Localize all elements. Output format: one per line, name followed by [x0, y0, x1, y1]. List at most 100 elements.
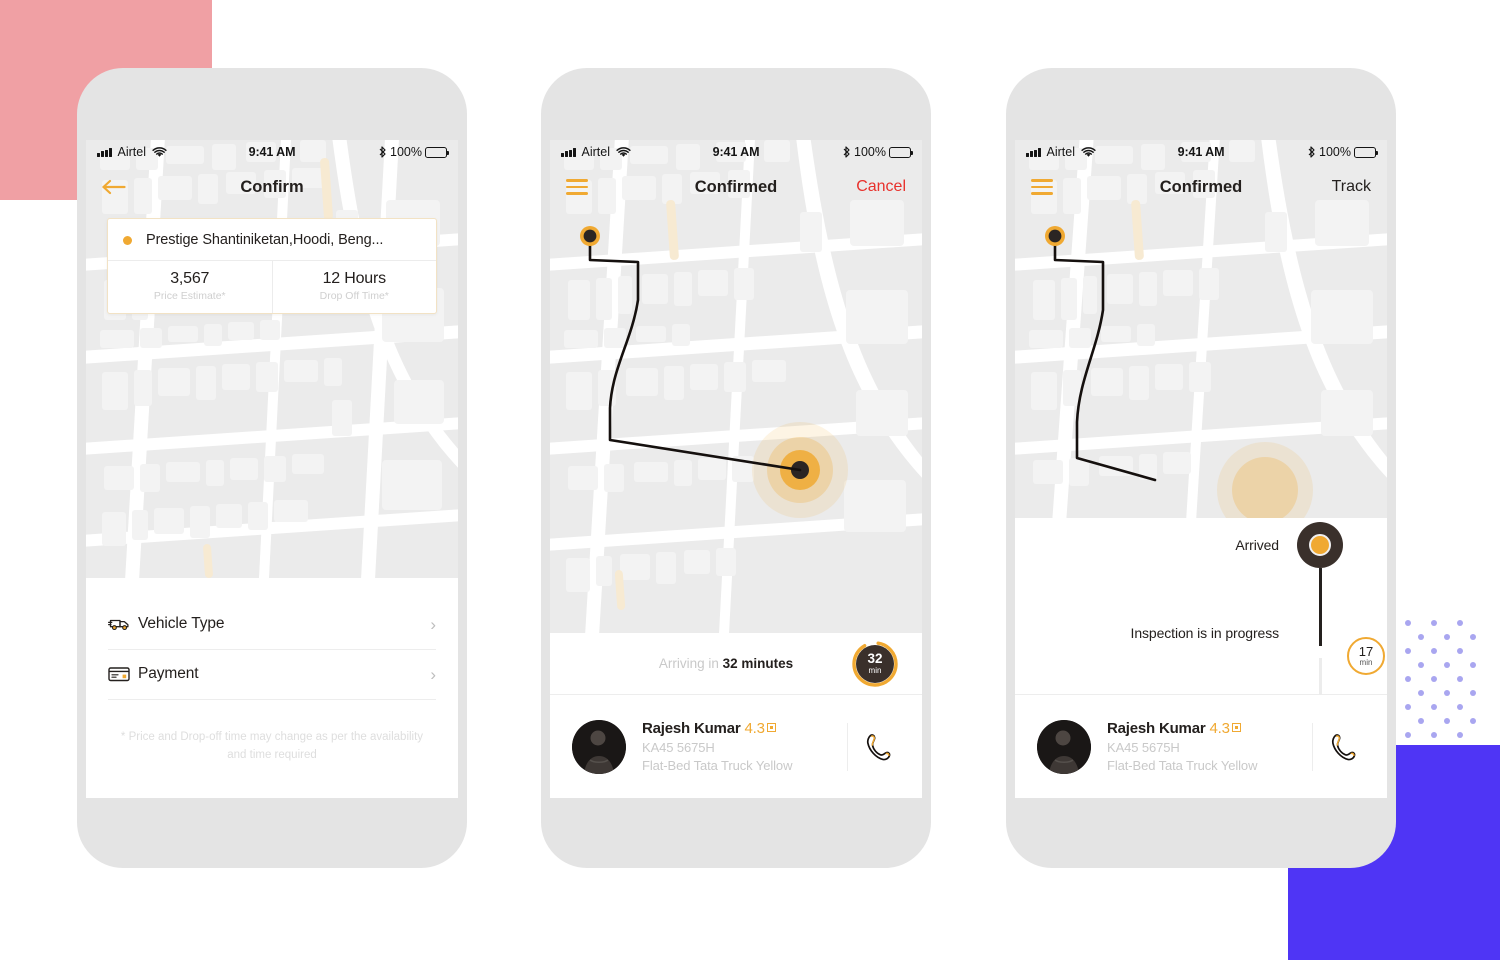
decoration-dot: [1431, 648, 1437, 654]
call-driver-button[interactable]: [854, 732, 900, 762]
call-driver-button[interactable]: [1319, 732, 1365, 762]
decoration-dot: [1457, 648, 1463, 654]
option-payment[interactable]: Payment ›: [108, 650, 436, 700]
credit-card-icon: [108, 666, 138, 682]
stat-price-value: 3,567: [170, 270, 210, 287]
stat-dropoff-value: 12 Hours: [322, 270, 387, 287]
decoration-dot: [1431, 704, 1437, 710]
cancel-button[interactable]: Cancel: [856, 178, 906, 196]
options-list: Vehicle Type › Payment ›: [86, 600, 458, 700]
decoration-dot: [1405, 732, 1411, 738]
battery-percent: 100%: [390, 145, 422, 159]
rating-badge-icon: [1231, 723, 1241, 732]
status-bar-1: Airtel 9:41 AM 100%: [86, 140, 458, 164]
battery-percent: 100%: [854, 145, 886, 159]
back-arrow-icon[interactable]: [102, 179, 126, 195]
decoration-dot: [1431, 732, 1437, 738]
option-vehicle-type[interactable]: Vehicle Type ›: [108, 600, 436, 650]
timeline-label-arrived: Arrived: [1235, 537, 1279, 553]
battery-full-icon: [889, 146, 913, 158]
decoration-dot: [1405, 620, 1411, 626]
battery-full-icon: [1354, 146, 1378, 158]
driver-name: Rajesh Kumar: [1107, 720, 1206, 737]
phone-frame-2: Airtel 9:41 AM 100% Confirmed Cancel Arr…: [541, 68, 931, 868]
bluetooth-icon: [379, 146, 386, 158]
arriving-prefix: Arriving in: [658, 656, 723, 671]
decoration-dot: [1431, 620, 1437, 626]
driver-card-3: Rajesh Kumar 4.3 KA45 5675H Flat-Bed Tat…: [1015, 695, 1387, 798]
timeline-inner: Arrived Inspection is in progress 17 min: [1015, 518, 1387, 744]
map-background-2[interactable]: [550, 140, 922, 633]
decoration-dot: [1431, 676, 1437, 682]
rating-badge-icon: [766, 723, 776, 732]
options-sheet: Vehicle Type › Payment › * Price and Dro…: [86, 578, 458, 798]
driver-card-2: Rajesh Kumar 4.3 KA45 5675H Flat-Bed Tat…: [550, 695, 922, 798]
decoration-dot: [1444, 662, 1450, 668]
status-right: 100%: [378, 145, 449, 159]
arriving-duration: 32 minutes: [722, 656, 794, 671]
arriving-bar: Arriving in 32 minutes 32 min: [550, 633, 922, 695]
decoration-dot: [1405, 676, 1411, 682]
eta-badge: 32 min: [852, 640, 898, 687]
decoration-dot: [1418, 718, 1424, 724]
bluetooth-icon: [1308, 146, 1315, 158]
hamburger-menu-icon[interactable]: [1031, 179, 1053, 195]
decoration-dot: [1470, 690, 1476, 696]
decoration-dot: [1444, 718, 1450, 724]
address-row[interactable]: Prestige Shantiniketan,Hoodi, Beng...: [108, 219, 436, 260]
option-vehicle-type-label: Vehicle Type: [138, 615, 225, 632]
eta-unit: min: [868, 665, 882, 675]
screen-confirmed-tracking: Airtel 9:41 AM 100% Confirmed Track Arri…: [1015, 140, 1387, 798]
battery-full-icon: [425, 146, 449, 158]
decoration-dot: [1405, 648, 1411, 654]
status-right: 100%: [842, 145, 913, 159]
vehicle-description: Flat-Bed Tata Truck Yellow: [642, 758, 793, 773]
divider: [847, 722, 848, 771]
stat-dropoff-label: Drop Off Time*: [319, 290, 389, 302]
origin-marker: [1045, 226, 1065, 246]
stat-dropoff: 12 Hours Drop Off Time*: [271, 261, 437, 313]
page-title: Confirm: [240, 177, 304, 196]
status-bar-3: Airtel 9:41 AM 100%: [1015, 140, 1387, 164]
decoration-dot: [1418, 690, 1424, 696]
phone-icon: [866, 733, 891, 760]
decoration-dot: [1457, 704, 1463, 710]
hamburger-menu-icon[interactable]: [566, 179, 588, 195]
chevron-right-icon: ›: [430, 664, 436, 684]
bluetooth-icon: [843, 146, 850, 158]
vehicle-plate: KA45 5675H: [642, 740, 715, 755]
track-button[interactable]: Track: [1332, 178, 1371, 196]
driver-avatar: [572, 719, 626, 774]
address-card[interactable]: Prestige Shantiniketan,Hoodi, Beng... 3,…: [107, 218, 437, 314]
navbar-1: Confirm: [86, 164, 458, 210]
arriving-text: Arriving in 32 minutes: [574, 656, 852, 671]
timeline-label-inspection: Inspection is in progress: [1130, 625, 1280, 641]
decoration-dot: [1470, 662, 1476, 668]
option-payment-label: Payment: [138, 665, 199, 682]
eta-number: 32: [867, 651, 883, 667]
decoration-dot: [1405, 704, 1411, 710]
decoration-dot: [1470, 634, 1476, 640]
vehicle-plate: KA45 5675H: [1107, 740, 1180, 755]
decoration-dot: [1418, 662, 1424, 668]
address-text: Prestige Shantiniketan,Hoodi, Beng...: [146, 232, 384, 248]
timeline-node-arrived: [1297, 522, 1343, 568]
decoration-dot: [1444, 690, 1450, 696]
driver-name-row: Rajesh Kumar 4.3: [642, 720, 843, 737]
stat-price-label: Price Estimate*: [153, 290, 226, 302]
status-bar-2: Airtel 9:41 AM 100%: [550, 140, 922, 164]
decoration-dot: [1457, 676, 1463, 682]
driver-details: Rajesh Kumar 4.3 KA45 5675H Flat-Bed Tat…: [1107, 720, 1308, 773]
screen-confirmed-arriving: Airtel 9:41 AM 100% Confirmed Cancel Arr…: [550, 140, 922, 798]
eta-value: 32 min: [856, 644, 894, 683]
decoration-dot: [1470, 718, 1476, 724]
battery-percent: 100%: [1319, 145, 1351, 159]
decoration-dot: [1418, 634, 1424, 640]
origin-marker: [580, 226, 600, 246]
navbar-3: Confirmed Track: [1015, 164, 1387, 210]
price-disclaimer: * Price and Drop-off time may change as …: [120, 731, 424, 761]
chevron-right-icon: ›: [430, 614, 436, 634]
divider: [1312, 722, 1313, 771]
truck-icon: [108, 616, 138, 632]
decoration-dot: [1457, 620, 1463, 626]
